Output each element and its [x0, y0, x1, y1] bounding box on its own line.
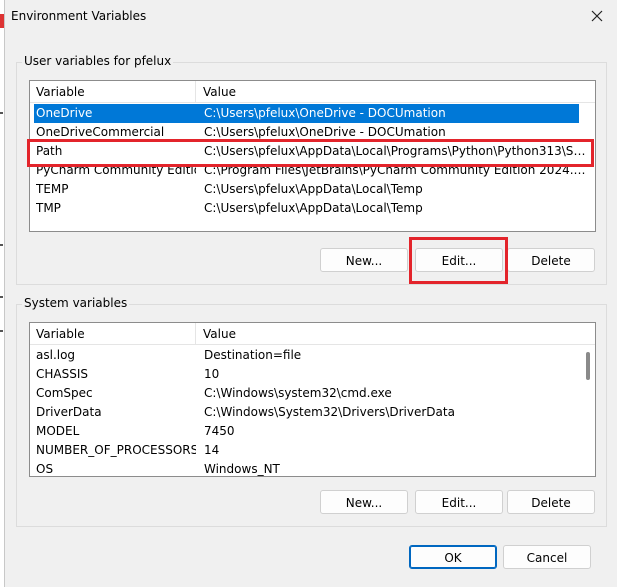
variable-value: Windows_NT	[204, 462, 280, 476]
variable-name: OneDrive	[36, 106, 93, 120]
variable-name: Path	[36, 144, 63, 158]
variable-name: CHASSIS	[36, 367, 89, 381]
environment-variables-dialog: Environment Variables User variables for…	[4, 0, 617, 587]
variable-name: NUMBER_OF_PROCESSORS	[36, 443, 196, 457]
user-variables-label: User variables for pfelux	[22, 54, 174, 68]
user-variable-row-path[interactable]: Path C:\Users\pfelux\AppData\Local\Progr…	[30, 142, 595, 161]
system-delete-button[interactable]: Delete	[507, 490, 595, 514]
variable-value: C:\Users\pfelux\OneDrive - DOCUmation	[204, 125, 446, 139]
variable-value: C:\Users\pfelux\AppData\Local\Programs\P…	[204, 144, 591, 158]
user-edit-button[interactable]: Edit...	[415, 248, 503, 272]
variable-name: DriverData	[36, 405, 102, 419]
title-bar[interactable]: Environment Variables	[5, 0, 617, 32]
system-variable-row[interactable]: DriverData C:\Windows\System32\Drivers\D…	[30, 403, 595, 422]
variable-value: C:\Users\pfelux\AppData\Local\Temp	[204, 182, 423, 196]
background-dash	[0, 244, 3, 246]
system-variables-scrollbar[interactable]	[581, 346, 595, 476]
variable-value: C:\Program Files\JetBrains\PyCharm Commu…	[204, 163, 591, 177]
variable-value: C:\Windows\System32\Drivers\DriverData	[204, 405, 455, 419]
variable-name: OS	[36, 462, 54, 476]
ok-button[interactable]: OK	[409, 545, 497, 569]
background-dash	[0, 330, 3, 332]
system-variable-row[interactable]: OS Windows_NT	[30, 460, 595, 476]
system-variables-label: System variables	[22, 296, 130, 310]
background-dash	[0, 296, 3, 298]
background-dash	[0, 112, 3, 114]
variable-name: PyCharm Community Edition	[36, 163, 196, 177]
user-variables-header: Variable Value	[30, 81, 595, 103]
variable-value: Destination=file	[204, 348, 302, 362]
variable-name: TEMP	[36, 182, 69, 196]
system-variable-row[interactable]: ComSpec C:\Windows\system32\cmd.exe	[30, 384, 595, 403]
variable-name: ComSpec	[36, 386, 93, 400]
variable-name: TMP	[36, 201, 61, 215]
system-variables-list[interactable]: Variable Value asl.log Destination=file …	[29, 322, 596, 477]
variable-name: asl.log	[36, 348, 76, 362]
user-new-button[interactable]: New...	[320, 248, 408, 272]
user-variable-row-tmp[interactable]: TMP C:\Users\pfelux\AppData\Local\Temp	[30, 199, 595, 218]
variable-value: C:\Users\pfelux\OneDrive - DOCUmation	[204, 106, 446, 120]
column-header-variable[interactable]: Variable	[30, 323, 196, 345]
variable-name: OneDriveCommercial	[36, 125, 165, 139]
column-header-variable[interactable]: Variable	[30, 81, 196, 103]
user-variable-row-onedrive[interactable]: OneDrive C:\Users\pfelux\OneDrive - DOCU…	[34, 104, 579, 123]
user-variable-row-onedrivecommercial[interactable]: OneDriveCommercial C:\Users\pfelux\OneDr…	[30, 123, 595, 142]
system-variables-header: Variable Value	[30, 323, 595, 345]
system-variable-row[interactable]: NUMBER_OF_PROCESSORS 14	[30, 441, 595, 460]
window-title: Environment Variables	[11, 9, 147, 23]
scrollbar-thumb[interactable]	[586, 352, 590, 380]
system-variable-row[interactable]: CHASSIS 10	[30, 365, 595, 384]
user-variable-row-temp[interactable]: TEMP C:\Users\pfelux\AppData\Local\Temp	[30, 180, 595, 199]
variable-value: 10	[204, 367, 220, 381]
column-header-value[interactable]: Value	[197, 81, 595, 103]
variable-value: 14	[204, 443, 220, 457]
user-variable-row-pycharm[interactable]: PyCharm Community Edition C:\Program Fil…	[30, 161, 595, 180]
user-variables-list[interactable]: Variable Value OneDrive C:\Users\pfelux\…	[29, 80, 596, 232]
column-header-value[interactable]: Value	[197, 323, 595, 345]
variable-value: 7450	[204, 424, 235, 438]
system-new-button[interactable]: New...	[320, 490, 408, 514]
system-edit-button[interactable]: Edit...	[415, 490, 503, 514]
close-button[interactable]	[583, 3, 611, 29]
variable-value: C:\Windows\system32\cmd.exe	[204, 386, 392, 400]
variable-name: MODEL	[36, 424, 80, 438]
variable-value: C:\Users\pfelux\AppData\Local\Temp	[204, 201, 423, 215]
user-delete-button[interactable]: Delete	[507, 248, 595, 272]
system-variable-row[interactable]: asl.log Destination=file	[30, 346, 595, 365]
cancel-button[interactable]: Cancel	[503, 545, 591, 569]
close-icon	[591, 10, 603, 22]
system-variable-row[interactable]: MODEL 7450	[30, 422, 595, 441]
